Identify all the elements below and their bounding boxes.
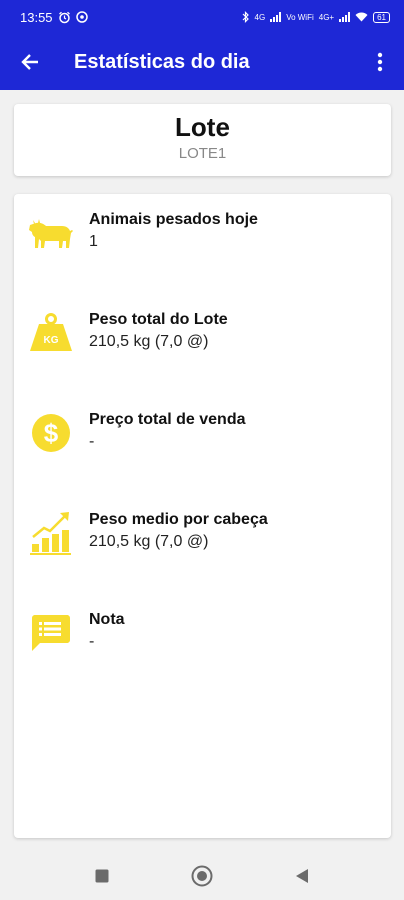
alarm-icon [58, 11, 70, 23]
overflow-menu-button[interactable] [356, 34, 404, 90]
stat-row-total-weight: KG Peso total do Lote 210,5 kg (7,0 @) [14, 306, 391, 366]
dollar-coin-icon: $ [32, 414, 70, 452]
home-button[interactable] [187, 861, 217, 891]
stat-row-animals: Animais pesados hoje 1 [14, 206, 391, 266]
kg-weight-icon: KG [30, 313, 72, 351]
back-button[interactable] [0, 34, 60, 90]
app-notification-icon [75, 11, 88, 23]
battery-icon: 61 [373, 11, 390, 23]
app-bar: Estatísticas do dia [0, 34, 404, 90]
lote-card: Lote LOTE1 [14, 104, 391, 176]
stat-value: 210,5 kg (7,0 @) [89, 333, 209, 350]
stat-label: Animais pesados hoje [89, 211, 258, 228]
triangle-back-icon [296, 869, 308, 883]
square-icon [95, 869, 109, 883]
bar-chart-growth-icon [30, 512, 71, 555]
page-title: Estatísticas do dia [74, 50, 250, 73]
stat-row-average-weight: Peso medio por cabeça 210,5 kg (7,0 @) [14, 506, 391, 566]
recents-button[interactable] [87, 861, 117, 891]
stat-value: 1 [89, 233, 98, 250]
stat-label: Nota [89, 611, 125, 628]
stat-label: Peso total do Lote [89, 311, 228, 328]
battery-level: 61 [377, 12, 386, 22]
network-label-3: 4G+ [318, 12, 335, 22]
home-circle-icon [191, 865, 213, 887]
stat-value: - [89, 633, 95, 650]
signal-icon-2 [339, 12, 351, 22]
stat-label: Peso medio por cabeça [89, 511, 268, 528]
stat-value: - [89, 433, 95, 450]
system-nav-bar [0, 852, 404, 900]
wifi-icon [355, 12, 368, 22]
stat-row-sale-price: $ Preço total de venda - [14, 406, 391, 466]
network-label-1: 4G [254, 12, 266, 22]
status-bar: 13:55 4G Vo WiFi 4G+ 61 [0, 0, 404, 34]
network-label-2: Vo WiFi [286, 12, 314, 22]
arrow-back-icon [21, 54, 38, 70]
stats-card: Animais pesados hoje 1 KG Peso total do … [14, 194, 391, 838]
lote-code: LOTE1 [178, 145, 227, 162]
lote-title: Lote [175, 112, 230, 142]
status-time: 13:55 [20, 9, 53, 25]
more-vert-icon [377, 52, 383, 72]
back-nav-button[interactable] [287, 861, 317, 891]
note-icon [32, 615, 70, 651]
cow-icon [29, 219, 73, 248]
signal-icon-1 [270, 12, 282, 22]
stat-row-note: Nota - [14, 606, 391, 666]
svg-text:$: $ [44, 418, 59, 448]
bluetooth-icon [242, 11, 249, 23]
stat-value: 210,5 kg (7,0 @) [89, 533, 209, 550]
stat-label: Preço total de venda [89, 411, 246, 428]
svg-text:KG: KG [44, 335, 59, 346]
